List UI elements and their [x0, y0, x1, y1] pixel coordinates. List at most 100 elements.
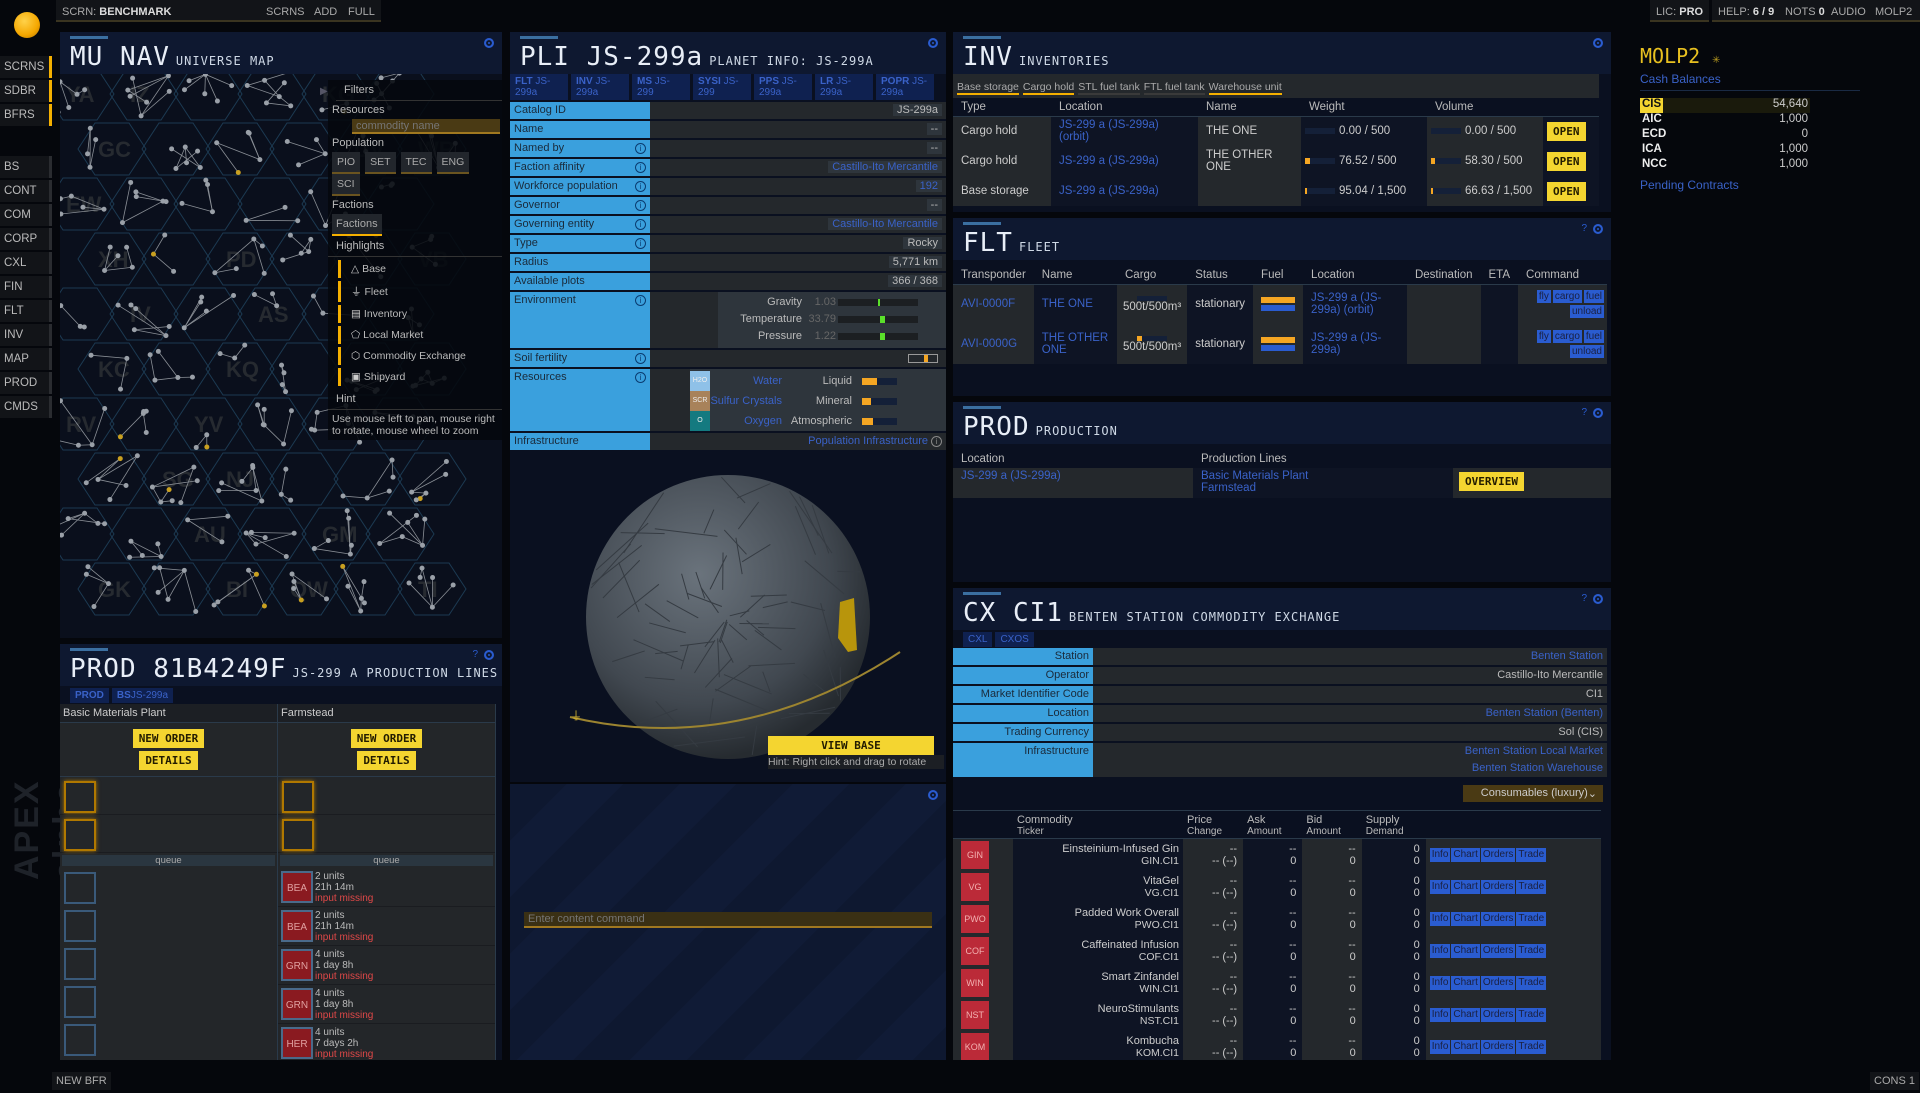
help-icon[interactable]: ? — [1581, 593, 1587, 604]
cx-orders-button[interactable]: Orders — [1480, 880, 1516, 894]
star-system[interactable] — [205, 181, 211, 187]
help-button[interactable]: HELP: 6 / 9 — [1712, 0, 1781, 22]
star-system[interactable] — [171, 268, 177, 274]
star-system[interactable] — [308, 189, 314, 195]
help-icon[interactable]: ? — [1581, 223, 1587, 234]
fleet-cmd-fly[interactable]: fly — [1536, 330, 1551, 343]
star-system[interactable] — [283, 553, 289, 559]
star-system[interactable] — [430, 575, 436, 581]
cx-trade-button[interactable]: Trade — [1516, 944, 1547, 958]
star-system[interactable] — [261, 603, 267, 609]
star-system[interactable] — [179, 200, 185, 206]
fleet-cmd-cargo[interactable]: cargo — [1552, 330, 1582, 343]
star-system[interactable] — [279, 382, 285, 388]
info-icon[interactable]: i — [635, 143, 646, 154]
star-system[interactable] — [181, 87, 187, 93]
star-system[interactable] — [288, 497, 294, 503]
star-system[interactable] — [406, 580, 412, 586]
queue-slot[interactable] — [60, 982, 277, 1020]
nav-map[interactable]: MAP — [0, 348, 52, 370]
star-system[interactable] — [194, 478, 200, 484]
settings-icon[interactable] — [1593, 38, 1603, 48]
star-system[interactable] — [101, 206, 107, 212]
star-system[interactable] — [202, 91, 208, 97]
factions-button[interactable]: Factions — [332, 214, 382, 236]
star-system[interactable] — [419, 565, 425, 571]
highlight-inventory[interactable]: ▤ Inventory — [338, 305, 502, 323]
star-system[interactable] — [270, 291, 276, 297]
new-order-button[interactable]: NEW ORDER — [350, 729, 423, 748]
cx-info-button[interactable]: Info — [1429, 848, 1451, 862]
fleet-cmd-fuel[interactable]: fuel — [1583, 330, 1604, 343]
star-system[interactable] — [93, 137, 99, 143]
sector-hex[interactable] — [205, 122, 275, 176]
cx-orders-button[interactable]: Orders — [1480, 976, 1516, 990]
star-system[interactable] — [253, 541, 259, 547]
star-system[interactable] — [191, 464, 197, 470]
star-system[interactable] — [65, 516, 71, 522]
highlight-local-market[interactable]: ⬠ Local Market — [338, 326, 502, 344]
resource-item[interactable]: O Oxygen Atmospheric — [690, 411, 946, 431]
cx-chart-button[interactable]: Chart — [1451, 976, 1480, 990]
sector-hex[interactable] — [77, 452, 147, 506]
cx-info-link[interactable]: Benten Station — [1097, 648, 1603, 665]
star-system[interactable] — [144, 99, 150, 105]
resource-name[interactable]: Water — [710, 375, 782, 387]
company-button[interactable]: MOLP2 — [1869, 0, 1920, 22]
collapse-icon[interactable]: ▶ — [320, 86, 328, 97]
star-system[interactable] — [308, 426, 314, 432]
star-system[interactable] — [117, 456, 123, 462]
star-system[interactable] — [128, 302, 134, 308]
settings-icon[interactable] — [484, 38, 494, 48]
star-system[interactable] — [197, 165, 203, 171]
star-system[interactable] — [166, 323, 172, 329]
star-system[interactable] — [102, 406, 108, 412]
star-system[interactable] — [324, 596, 330, 602]
star-system[interactable] — [420, 542, 426, 548]
star-system[interactable] — [155, 541, 161, 547]
star-system[interactable] — [95, 520, 101, 526]
star-system[interactable] — [117, 434, 123, 440]
notifications-button[interactable]: NOTS 0 — [1779, 0, 1831, 22]
nav-flt[interactable]: FLT — [0, 300, 52, 322]
star-system[interactable] — [129, 264, 135, 270]
cx-info-link[interactable]: Benten Station Local Market — [1097, 743, 1603, 760]
star-system[interactable] — [255, 402, 261, 408]
star-system[interactable] — [60, 196, 63, 202]
nav-bfrs[interactable]: BFRS — [0, 104, 52, 126]
star-system[interactable] — [149, 484, 155, 490]
star-system[interactable] — [251, 292, 257, 298]
queue-item[interactable]: HER 4 units 7 days 2h input missing — [278, 1024, 495, 1060]
cx-tab-cxl[interactable]: CXL — [963, 632, 993, 647]
star-system[interactable] — [284, 139, 290, 145]
star-system[interactable] — [185, 517, 191, 523]
cx-chart-button[interactable]: Chart — [1451, 912, 1480, 926]
inventory-filter-stl-fuel-tank[interactable]: STL fuel tank — [1078, 81, 1140, 95]
star-system[interactable] — [298, 597, 304, 603]
star-system[interactable] — [283, 466, 289, 472]
commodity-row[interactable]: GIN Einsteinium-Infused Gin GIN.CI1 -- -- (-… — [953, 838, 1601, 871]
nav-inv[interactable]: INV — [0, 324, 52, 346]
highlight-shipyard[interactable]: ▣ Shipyard — [338, 368, 502, 386]
commodity-row[interactable]: COF Caffeinated Infusion COF.CI1 -- -- (--) -… — [953, 935, 1601, 967]
cx-info-link[interactable]: Benten Station Warehouse — [1097, 760, 1603, 777]
star-system[interactable] — [282, 204, 288, 210]
star-system[interactable] — [193, 608, 199, 614]
star-system[interactable] — [152, 377, 158, 383]
queue-slot[interactable] — [60, 868, 277, 906]
star-system[interactable] — [278, 491, 284, 497]
star-system[interactable] — [123, 482, 129, 488]
commodity-row[interactable]: KOM Kombucha KOM.CI1 -- -- (--) -- 0 -- 0 0 0 Info C… — [953, 1031, 1601, 1060]
nav-prod[interactable]: PROD — [0, 372, 52, 394]
queue-item[interactable]: GRN 4 units 1 day 8h input missing — [278, 946, 495, 985]
star-system[interactable] — [87, 125, 93, 131]
star-system[interactable] — [235, 170, 241, 176]
star-system[interactable] — [413, 497, 419, 503]
cx-info-button[interactable]: Info — [1429, 880, 1451, 894]
star-system[interactable] — [158, 499, 164, 505]
star-system[interactable] — [118, 386, 124, 392]
settings-icon[interactable] — [1593, 224, 1603, 234]
star-system[interactable] — [85, 564, 91, 570]
pli-value-link[interactable]: Castillo-Ito Mercantile — [828, 218, 942, 230]
cx-info-button[interactable]: Info — [1429, 944, 1451, 958]
